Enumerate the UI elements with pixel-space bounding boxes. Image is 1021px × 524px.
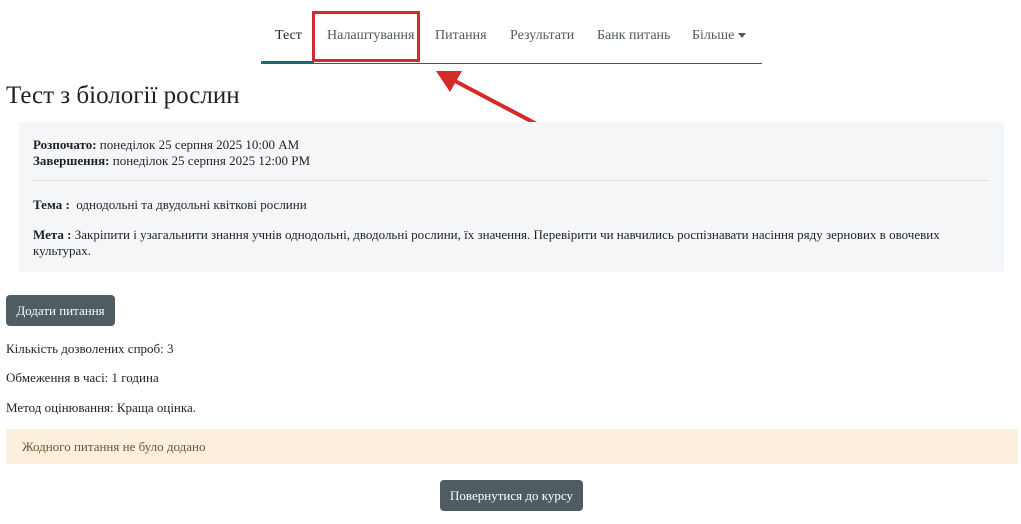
- tab-results[interactable]: Результати: [510, 28, 574, 48]
- caret-down-icon: [738, 33, 747, 39]
- topic-label: Тема :: [33, 197, 70, 212]
- topic-row: Тема : однодольні та двудольні квіткові …: [33, 197, 307, 213]
- info-divider: [33, 180, 990, 181]
- goal-row: Мета : Закріпити і узагальнити знання уч…: [33, 227, 963, 259]
- opened-value: понеділок 25 серпня 2025 10:00 AM: [99, 137, 300, 152]
- topic-value: однодольні та двудольні квіткові рослини: [76, 197, 307, 212]
- time-limit-text: Обмеження в часі: 1 година: [6, 370, 159, 385]
- goal-value: Закріпити і узагальнити знання учнів одн…: [33, 227, 940, 258]
- closed-label: Завершення:: [33, 153, 110, 168]
- closed-value: понеділок 25 серпня 2025 12:00 PM: [112, 153, 311, 168]
- grading-method-text: Метод оцінювання: Краща оцінка.: [6, 400, 197, 415]
- tab-more[interactable]: Більше: [692, 28, 747, 48]
- active-tab-indicator: [261, 61, 314, 64]
- annotation-highlight-box: [312, 11, 420, 62]
- goal-label: Мета :: [33, 227, 72, 242]
- opened-label: Розпочато:: [33, 137, 97, 152]
- opened-row: Розпочато: понеділок 25 серпня 2025 10:0…: [33, 137, 299, 153]
- no-questions-alert: Жодного питання не було додано: [6, 429, 1018, 464]
- attempts-allowed-text: Кількість дозволених спроб: 3: [6, 341, 174, 356]
- closed-row: Завершення: понеділок 25 серпня 2025 12:…: [33, 153, 310, 169]
- tab-question-bank[interactable]: Банк питань: [597, 28, 670, 48]
- alert-text: Жодного питання не було додано: [22, 439, 206, 454]
- tab-questions[interactable]: Питання: [435, 28, 487, 48]
- back-to-course-button[interactable]: Повернутися до курсу: [440, 480, 583, 511]
- tab-more-label: Більше: [692, 28, 735, 43]
- tab-quiz[interactable]: Тест: [275, 28, 302, 48]
- page-title: Тест з біології рослин: [6, 82, 240, 109]
- quiz-info-box: Розпочато: понеділок 25 серпня 2025 10:0…: [19, 122, 1004, 272]
- tabs-divider: [261, 63, 762, 64]
- add-question-button[interactable]: Додати питання: [6, 295, 115, 326]
